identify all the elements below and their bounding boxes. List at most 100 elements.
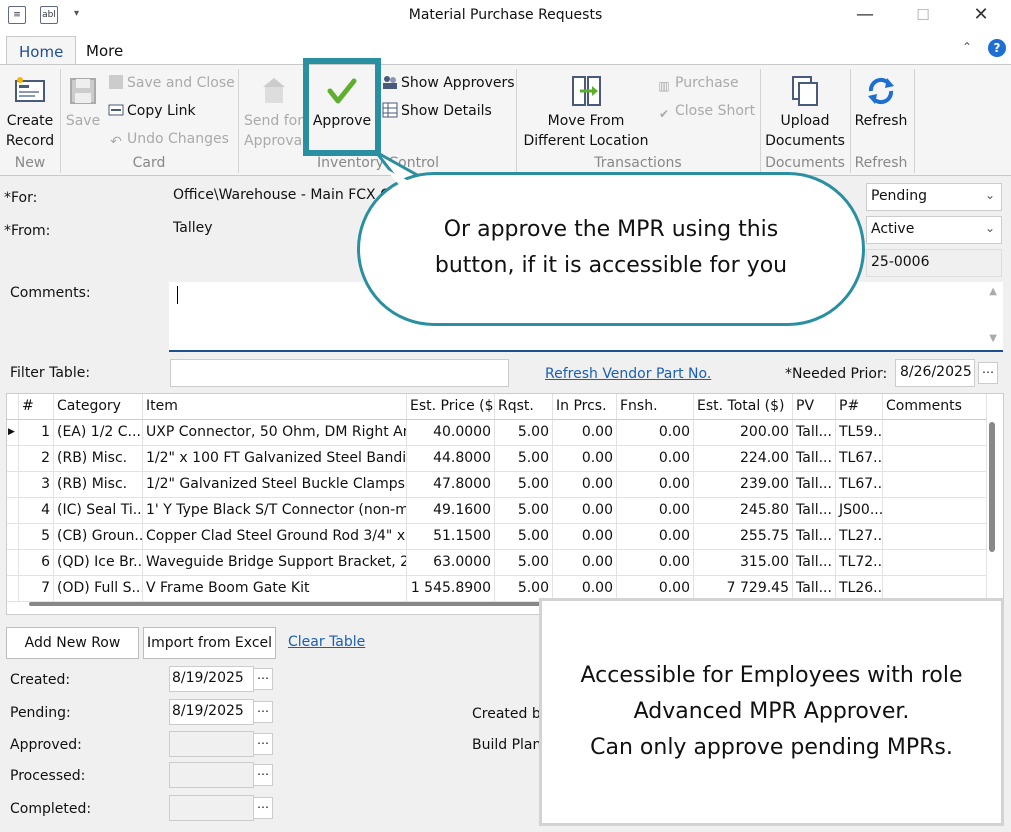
table-cell[interactable]: Tall... (793, 498, 836, 524)
table-cell[interactable]: UXP Connector, 50 Ohm, DM Right An... (143, 420, 407, 446)
help-icon[interactable]: ? (988, 39, 1006, 57)
undo-changes-button[interactable]: ↶ Undo Changes (108, 129, 229, 150)
approved-date-field[interactable] (169, 731, 254, 757)
tab-home[interactable]: Home (6, 36, 77, 65)
column-header[interactable]: Est. Total ($) (694, 394, 793, 420)
table-cell[interactable]: 5.00 (495, 420, 553, 446)
processed-date-field[interactable] (169, 762, 254, 788)
column-header[interactable]: Fnsh. (617, 394, 694, 420)
refresh-button[interactable]: Refresh (852, 75, 910, 131)
table-cell[interactable]: 4 (19, 498, 54, 524)
table-cell[interactable]: V Frame Boom Gate Kit (143, 576, 407, 602)
table-cell[interactable]: 5.00 (495, 498, 553, 524)
table-cell[interactable]: 0.00 (553, 446, 617, 472)
send-for-approval-button[interactable]: Send for Approva (244, 75, 306, 151)
table-cell[interactable]: 315.00 (694, 550, 793, 576)
needed-prior-date[interactable]: 8/26/2025 (895, 359, 975, 387)
from-field[interactable]: Talley (169, 216, 369, 244)
horizontal-scrollbar[interactable] (29, 602, 549, 606)
maximize-button[interactable]: ☐ (908, 4, 938, 28)
pending-date-picker-button[interactable]: ⋯ (253, 701, 273, 723)
refresh-vendor-part-link[interactable]: Refresh Vendor Part No. (545, 366, 711, 382)
completed-date-field[interactable] (169, 795, 254, 821)
table-cell[interactable]: (RB) Misc. (54, 472, 143, 498)
table-cell[interactable]: 5.00 (495, 524, 553, 550)
table-row[interactable]: ▶ 1 (EA) 1/2 C... UXP Connector, 50 Ohm,… (7, 420, 987, 446)
created-date-picker-button[interactable]: ⋯ (253, 668, 273, 690)
processed-date-picker-button[interactable]: ⋯ (253, 764, 273, 786)
table-cell[interactable]: 0.00 (553, 498, 617, 524)
table-row[interactable]: 5 (CB) Groun... Copper Clad Steel Ground… (7, 524, 987, 550)
table-cell[interactable]: 3 (19, 472, 54, 498)
column-header[interactable]: Category (54, 394, 143, 420)
table-cell[interactable]: 47.8000 (407, 472, 495, 498)
purchase-button[interactable]: ▥ Purchase (656, 73, 738, 94)
table-row[interactable]: 3 (RB) Misc. 1/2" Galvanized Steel Buckl… (7, 472, 987, 498)
table-cell[interactable]: Tall... (793, 550, 836, 576)
minimize-button[interactable]: — (850, 4, 880, 28)
table-cell[interactable]: 0.00 (553, 524, 617, 550)
table-row[interactable]: 4 (IC) Seal Ti... 1' Y Type Black S/T Co… (7, 498, 987, 524)
table-cell[interactable]: 1/2" Galvanized Steel Buckle Clamps ... (143, 472, 407, 498)
table-row[interactable]: 6 (QD) Ice Br... Waveguide Bridge Suppor… (7, 550, 987, 576)
for-field[interactable]: Office\Warehouse - Main FCX C (169, 183, 389, 211)
table-cell[interactable]: (QD) Ice Br... (54, 550, 143, 576)
table-cell[interactable]: 63.0000 (407, 550, 495, 576)
table-cell[interactable]: (EA) 1/2 C... (54, 420, 143, 446)
scroll-down-icon[interactable]: ▼ (989, 333, 997, 344)
table-cell[interactable]: 49.1600 (407, 498, 495, 524)
table-cell[interactable]: 0.00 (617, 472, 694, 498)
table-cell[interactable]: Waveguide Bridge Support Bracket, 2... (143, 550, 407, 576)
table-cell[interactable]: 5.00 (495, 446, 553, 472)
table-cell[interactable]: Copper Clad Steel Ground Rod 3/4" x... (143, 524, 407, 550)
table-cell[interactable]: 0.00 (617, 420, 694, 446)
table-cell[interactable]: 0.00 (553, 472, 617, 498)
table-cell[interactable]: 200.00 (694, 420, 793, 446)
save-button[interactable]: Save (64, 75, 102, 131)
table-cell[interactable]: 0.00 (617, 550, 694, 576)
filter-table-input[interactable] (170, 359, 509, 387)
upload-documents-button[interactable]: Upload Documents (764, 75, 846, 151)
table-cell[interactable]: 1 (19, 420, 54, 446)
clear-table-link[interactable]: Clear Table (288, 634, 365, 650)
table-cell[interactable]: 0.00 (617, 524, 694, 550)
table-cell[interactable] (883, 498, 987, 524)
completed-date-picker-button[interactable]: ⋯ (253, 797, 273, 819)
table-cell[interactable] (883, 524, 987, 550)
import-from-excel-button[interactable]: Import from Excel (143, 627, 276, 659)
table-cell[interactable]: TL67... (836, 472, 883, 498)
approved-date-picker-button[interactable]: ⋯ (253, 733, 273, 755)
table-cell[interactable] (883, 446, 987, 472)
table-cell[interactable]: Tall... (793, 446, 836, 472)
close-short-button[interactable]: ✔ Close Short (656, 101, 755, 122)
scroll-up-icon[interactable]: ▲ (989, 286, 997, 297)
column-header[interactable]: In Prcs. (553, 394, 617, 420)
table-cell[interactable]: 245.80 (694, 498, 793, 524)
column-header[interactable]: Rqst. (495, 394, 553, 420)
table-cell[interactable]: 2 (19, 446, 54, 472)
column-header[interactable]: Est. Price ($) (407, 394, 495, 420)
table-cell[interactable]: 6 (19, 550, 54, 576)
table-cell[interactable]: 5.00 (495, 550, 553, 576)
pending-date-field[interactable]: 8/19/2025 (169, 699, 254, 725)
move-from-location-button[interactable]: Move From Different Location (522, 75, 650, 151)
table-cell[interactable]: 51.1500 (407, 524, 495, 550)
collapse-ribbon-icon[interactable]: ⌃ (962, 40, 972, 54)
table-cell[interactable]: TL67... (836, 446, 883, 472)
table-cell[interactable]: TL59... (836, 420, 883, 446)
column-header[interactable]: Comments (883, 394, 987, 420)
table-cell[interactable]: 0.00 (617, 498, 694, 524)
close-button[interactable]: ✕ (966, 4, 996, 28)
table-cell[interactable] (883, 420, 987, 446)
table-cell[interactable]: 1' Y Type Black S/T Connector (non-m... (143, 498, 407, 524)
table-cell[interactable]: JS00... (836, 498, 883, 524)
column-header[interactable]: # (19, 394, 54, 420)
table-cell[interactable]: 0.00 (617, 446, 694, 472)
status-dropdown[interactable]: Pending ⌄ (866, 183, 1002, 211)
table-cell[interactable] (883, 472, 987, 498)
table-cell[interactable]: 1 545.8900 (407, 576, 495, 602)
table-cell[interactable]: 255.75 (694, 524, 793, 550)
vertical-scrollbar[interactable] (989, 422, 995, 552)
table-cell[interactable]: (OD) Full S... (54, 576, 143, 602)
table-cell[interactable]: 40.0000 (407, 420, 495, 446)
